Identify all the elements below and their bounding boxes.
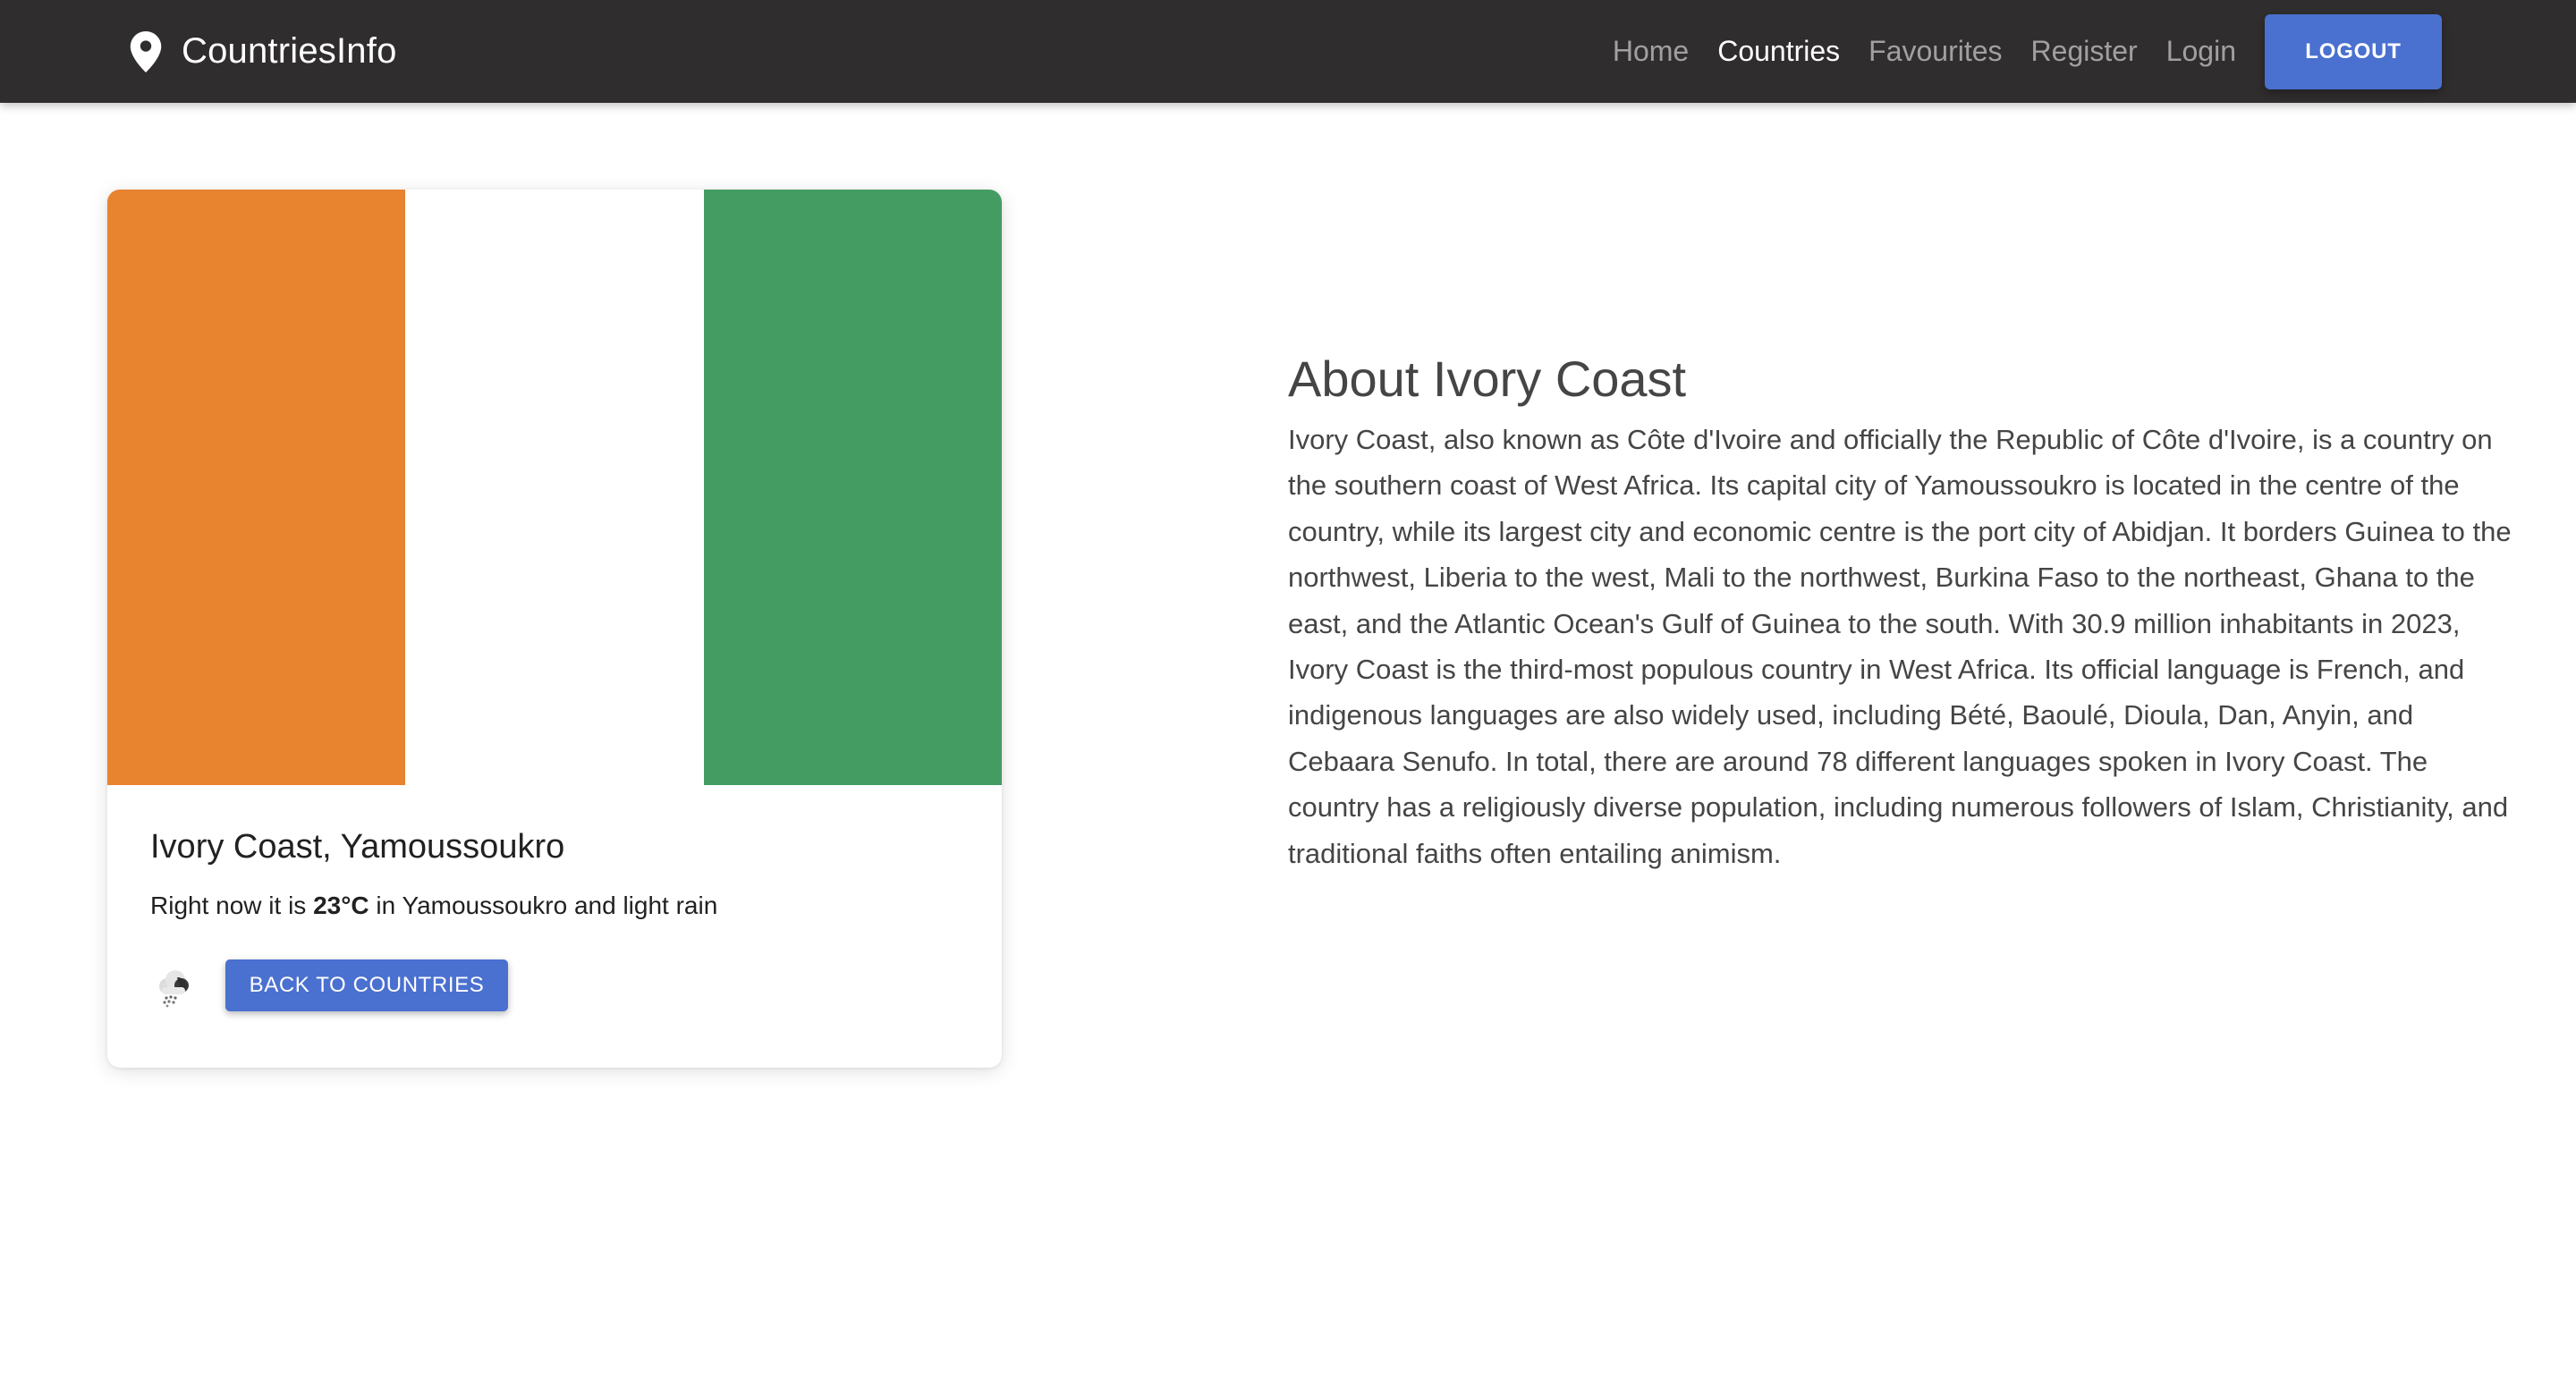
logout-button[interactable]: LOGOUT [2265,13,2442,89]
light-rain-icon [150,962,197,1009]
country-card: Ivory Coast, Yamoussoukro Right now it i… [107,190,1002,1068]
weather-suffix: in Yamoussoukro and light rain [369,892,718,919]
card-body: Ivory Coast, Yamoussoukro Right now it i… [107,828,1002,1011]
country-title: Ivory Coast, Yamoussoukro [150,828,565,866]
country-flag [107,190,1002,785]
nav-link-favourites[interactable]: Favourites [1868,35,2002,68]
weather-summary: Right now it is 23°C in Yamoussoukro and… [150,892,959,920]
temperature-value: 23°C [313,892,369,919]
top-navbar: CountriesInfo Home Countries Favourites … [0,0,2576,103]
map-pin-icon [130,30,162,72]
about-title: About Ivory Coast [1288,351,1687,407]
weather-prefix: Right now it is [150,892,314,919]
flag-band-green [703,190,1002,785]
about-description: Ivory Coast, also known as Côte d'Ivoire… [1288,424,2512,869]
about-section: About Ivory Coast Ivory Coast, also know… [1288,347,2513,876]
flag-band-white [405,190,704,785]
nav-link-login[interactable]: Login [2166,35,2236,68]
back-to-countries-button[interactable]: BACK TO COUNTRIES [225,959,508,1011]
brand-link[interactable]: CountriesInfo [130,0,397,103]
nav-link-register[interactable]: Register [2031,35,2138,68]
brand-name: CountriesInfo [182,31,397,71]
flag-band-orange [107,190,406,785]
nav-links: Home Countries Favourites Register Login… [1584,0,2442,103]
card-actions: BACK TO COUNTRIES [150,959,959,1011]
nav-link-home[interactable]: Home [1613,35,1689,68]
nav-link-countries[interactable]: Countries [1717,35,1840,68]
